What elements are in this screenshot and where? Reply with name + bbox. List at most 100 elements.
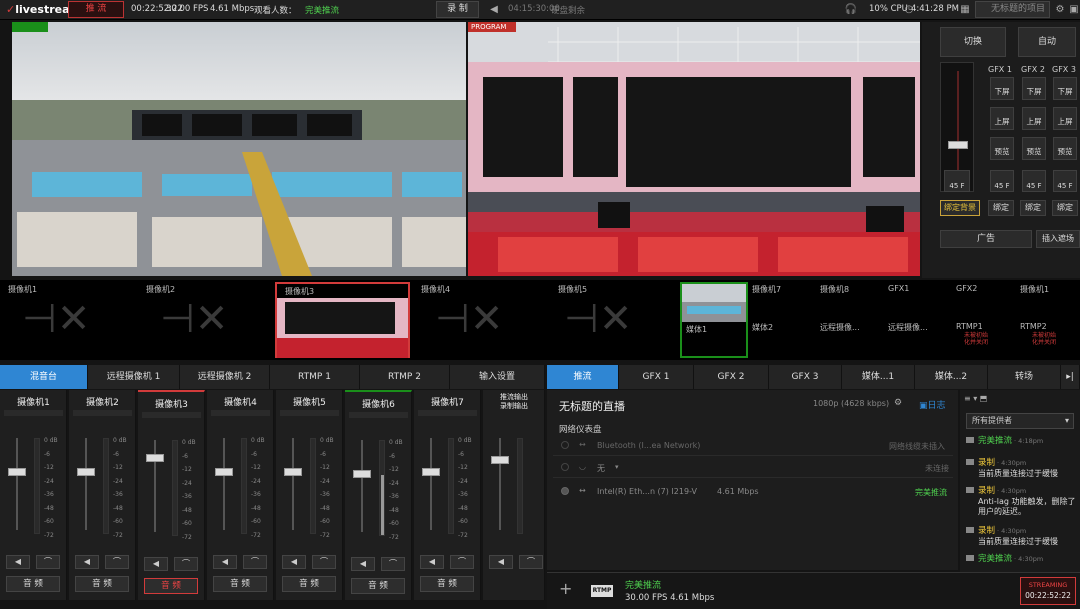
multiview-camera6[interactable]: 媒体1 bbox=[680, 282, 748, 358]
mute-speaker-button[interactable]: ◀ bbox=[6, 555, 30, 569]
mute-speaker-button[interactable]: ◀ bbox=[75, 555, 99, 569]
event-item[interactable]: 完美推流 · 4:30pm bbox=[966, 552, 1078, 564]
fader-knob[interactable] bbox=[8, 468, 26, 476]
tab-rtmp-2[interactable]: RTMP 2 bbox=[360, 365, 450, 389]
transition-duration[interactable]: 45 F bbox=[944, 170, 970, 192]
headphones-monitor-button[interactable]: ⌒ bbox=[450, 555, 474, 569]
mute-speaker-button[interactable]: ◀ bbox=[489, 555, 513, 569]
gfx2-down-button[interactable]: 下屏 bbox=[1022, 77, 1046, 100]
gfx1-up-button[interactable]: 上屏 bbox=[990, 107, 1014, 130]
mute-speaker-button[interactable]: ◀ bbox=[213, 555, 237, 569]
fader-track[interactable] bbox=[292, 438, 294, 530]
tab-media-1[interactable]: 媒体...1 bbox=[842, 365, 915, 389]
multiview-camera7[interactable]: 摄像机7 媒体2 bbox=[750, 282, 816, 358]
ads-button[interactable]: 广告 bbox=[940, 230, 1032, 248]
gfx1-preview-button[interactable]: 预览 bbox=[990, 137, 1014, 160]
fader-track[interactable] bbox=[85, 438, 87, 530]
headphones-monitor-button[interactable]: ⌒ bbox=[519, 555, 543, 569]
audio-settings-button[interactable]: 音 频 bbox=[6, 576, 60, 592]
headphones-monitor-button[interactable]: ⌒ bbox=[105, 555, 129, 569]
tab-stream[interactable]: 推流 bbox=[547, 365, 619, 389]
multiview-gfx2[interactable]: GFX2 RTMP1 未被初始 化并关闭 bbox=[954, 282, 1018, 358]
network-row[interactable]: ↔ Bluetooth (I...ea Network) 网络线缆未插入 bbox=[553, 436, 953, 456]
gfx3-preview-button[interactable]: 预览 bbox=[1053, 137, 1077, 160]
project-name[interactable]: 无标题的项目 bbox=[975, 1, 1050, 18]
audio-settings-button[interactable]: 音 频 bbox=[213, 576, 267, 592]
network-row[interactable]: ◡ 无 ▾ 未连接 bbox=[553, 458, 953, 478]
program-monitor[interactable]: PROGRAM bbox=[468, 22, 920, 276]
gfx3-down-button[interactable]: 下屏 bbox=[1053, 77, 1077, 100]
bind-background-button[interactable]: 绑定背景 bbox=[940, 200, 980, 216]
fader-track[interactable] bbox=[223, 438, 225, 530]
fader-track[interactable] bbox=[430, 438, 432, 530]
audio-settings-button[interactable]: 音 频 bbox=[351, 578, 405, 594]
preview-monitor[interactable] bbox=[12, 22, 466, 276]
fader-track[interactable] bbox=[16, 438, 18, 530]
audio-settings-button[interactable]: 音 频 bbox=[75, 576, 129, 592]
auto-button[interactable]: 自动 bbox=[1018, 27, 1076, 57]
events-toolbar-icons[interactable]: ≡ ▾ ⬒ bbox=[964, 394, 987, 403]
gfx1-duration[interactable]: 45 F bbox=[990, 170, 1014, 192]
headphones-monitor-button[interactable]: ⌒ bbox=[174, 557, 198, 571]
tab-mixer[interactable]: 混音台 bbox=[0, 365, 88, 389]
tab-media-2[interactable]: 媒体...2 bbox=[915, 365, 988, 389]
record-button[interactable]: 录 制 bbox=[436, 1, 479, 18]
network-row[interactable]: ↔ Intel(R) Eth...n (7) I219-V 4.61 Mbps … bbox=[553, 482, 953, 502]
event-item[interactable]: 完美推流 · 4:18pm bbox=[966, 434, 1078, 446]
audio-settings-button[interactable]: 音 频 bbox=[144, 578, 198, 594]
layout-icon[interactable]: ▦ bbox=[957, 2, 973, 18]
gfx1-bind-button[interactable]: 绑定 bbox=[988, 200, 1014, 216]
gfx2-preview-button[interactable]: 预览 bbox=[1022, 137, 1046, 160]
tab-more-icon[interactable]: ▸| bbox=[1061, 365, 1080, 389]
fader-knob[interactable] bbox=[146, 454, 164, 462]
gain-slider[interactable] bbox=[349, 412, 408, 418]
record-arrow-icon[interactable]: ◀ bbox=[486, 2, 502, 18]
gain-slider[interactable] bbox=[211, 410, 270, 416]
event-item[interactable]: 录制 · 4:30pm 当前质量连接过于缓慢 bbox=[966, 456, 1078, 479]
mute-speaker-button[interactable]: ◀ bbox=[351, 557, 375, 571]
gfx3-bind-button[interactable]: 绑定 bbox=[1052, 200, 1078, 216]
headphones-monitor-button[interactable]: ⌒ bbox=[243, 555, 267, 569]
stream-button[interactable]: 推 流 bbox=[68, 1, 124, 18]
fader-knob[interactable] bbox=[284, 468, 302, 476]
multiview-gfx1[interactable]: GFX1 远程摄像... bbox=[886, 282, 952, 358]
fader-track[interactable] bbox=[361, 440, 363, 532]
gfx2-bind-button[interactable]: 绑定 bbox=[1020, 200, 1046, 216]
fader-knob[interactable] bbox=[422, 468, 440, 476]
t-bar-handle[interactable] bbox=[948, 141, 968, 149]
event-item[interactable]: 录制 · 4:30pm Anti-lag 功能触发，删除了用户的延迟。 bbox=[966, 484, 1078, 517]
stream-quality[interactable]: 1080p (4628 kbps) bbox=[813, 399, 889, 408]
headphones-monitor-button[interactable]: ⌒ bbox=[36, 555, 60, 569]
tab-gfx-3[interactable]: GFX 3 bbox=[769, 365, 842, 389]
headphones-monitor-button[interactable]: ⌒ bbox=[312, 555, 336, 569]
fader-knob[interactable] bbox=[77, 468, 95, 476]
gfx2-duration[interactable]: 45 F bbox=[1022, 170, 1046, 192]
fader-knob[interactable] bbox=[353, 470, 371, 478]
mute-speaker-button[interactable]: ◀ bbox=[144, 557, 168, 571]
gain-slider[interactable] bbox=[418, 410, 477, 416]
dropdown-caret-icon[interactable]: ▾ bbox=[615, 463, 619, 471]
headphones-icon[interactable]: 🎧 bbox=[843, 2, 859, 18]
tab-remote-camera-1[interactable]: 远程摄像机 1 bbox=[88, 365, 180, 389]
mute-speaker-button[interactable]: ◀ bbox=[282, 555, 306, 569]
audio-settings-button[interactable]: 音 频 bbox=[420, 576, 474, 592]
mute-speaker-button[interactable]: ◀ bbox=[420, 555, 444, 569]
insert-slate-button[interactable]: 插入遮场 bbox=[1036, 230, 1080, 248]
multiview-camera8[interactable]: 摄像机8 远程摄像... bbox=[818, 282, 884, 358]
gfx1-down-button[interactable]: 下屏 bbox=[990, 77, 1014, 100]
tab-remote-camera-2[interactable]: 远程摄像机 2 bbox=[180, 365, 270, 389]
headphones-monitor-button[interactable]: ⌒ bbox=[381, 557, 405, 571]
gain-slider[interactable] bbox=[142, 412, 201, 418]
gfx3-duration[interactable]: 45 F bbox=[1053, 170, 1077, 192]
multiview-camera1-small[interactable]: 摄像机1 RTMP2 未被初始 化并关闭 bbox=[1018, 282, 1080, 358]
fader-knob[interactable] bbox=[215, 468, 233, 476]
tab-gfx-2[interactable]: GFX 2 bbox=[694, 365, 769, 389]
log-button[interactable]: ▣日志 bbox=[919, 398, 946, 411]
expand-icon[interactable]: ▣ bbox=[1066, 2, 1080, 18]
fader-knob[interactable] bbox=[491, 456, 509, 464]
streaming-indicator-button[interactable]: STREAMING 00:22:52:22 bbox=[1020, 577, 1076, 605]
audio-settings-button[interactable]: 音 频 bbox=[282, 576, 336, 592]
radio-button-selected[interactable] bbox=[561, 487, 569, 495]
fader-track[interactable] bbox=[499, 438, 501, 530]
provider-filter-select[interactable]: 所有提供者 ▾ bbox=[966, 413, 1074, 429]
